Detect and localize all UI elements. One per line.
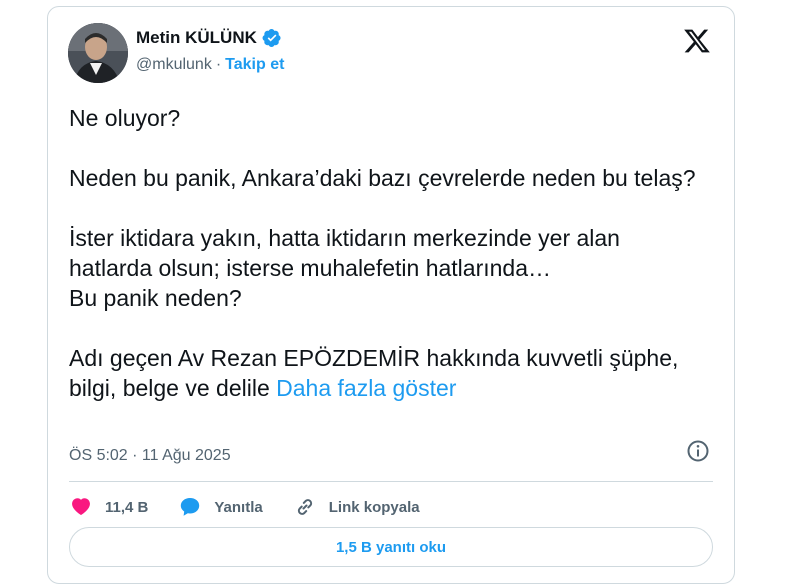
info-icon[interactable] — [686, 439, 710, 463]
tweet-card: Metin KÜLÜNK @mkulunk · Takip et Ne oluy… — [47, 6, 735, 584]
verified-badge-icon — [262, 28, 282, 48]
copy-link-button[interactable]: Link kopyala — [293, 495, 420, 519]
reply-label: Yanıtla — [214, 498, 263, 516]
link-icon — [297, 499, 312, 515]
separator-dot: · — [215, 56, 222, 73]
author-name[interactable]: Metin KÜLÜNK — [136, 28, 257, 48]
speech-bubble-icon — [181, 498, 200, 516]
show-more-link[interactable]: Daha fazla göster — [276, 375, 456, 401]
like-button[interactable]: 11,4 B — [69, 495, 148, 519]
avatar[interactable] — [68, 23, 128, 83]
tweet-timestamp[interactable]: ÖS 5:02 · 11 Ağu 2025 — [69, 447, 231, 465]
tweet-text: Ne oluyor? Neden bu panik, Ankara’daki b… — [69, 103, 709, 403]
reply-button[interactable]: Yanıtla — [178, 495, 263, 519]
author-handle-row: @mkulunk · Takip et — [136, 56, 284, 74]
like-count: 11,4 B — [105, 498, 149, 516]
heart-icon — [72, 498, 90, 515]
copy-link-label: Link kopyala — [328, 498, 420, 516]
author-name-row[interactable]: Metin KÜLÜNK — [136, 28, 282, 48]
follow-button[interactable]: Takip et — [225, 56, 284, 74]
action-bar: 11,4 B Yanıtla Link kopyala — [69, 491, 450, 523]
x-logo-icon[interactable] — [682, 27, 712, 55]
tweet-body: Ne oluyor? Neden bu panik, Ankara’daki b… — [69, 105, 696, 401]
divider — [69, 481, 713, 482]
read-replies-button[interactable]: 1,5 B yanıtı oku — [69, 527, 713, 567]
author-handle[interactable]: @mkulunk — [136, 56, 212, 74]
